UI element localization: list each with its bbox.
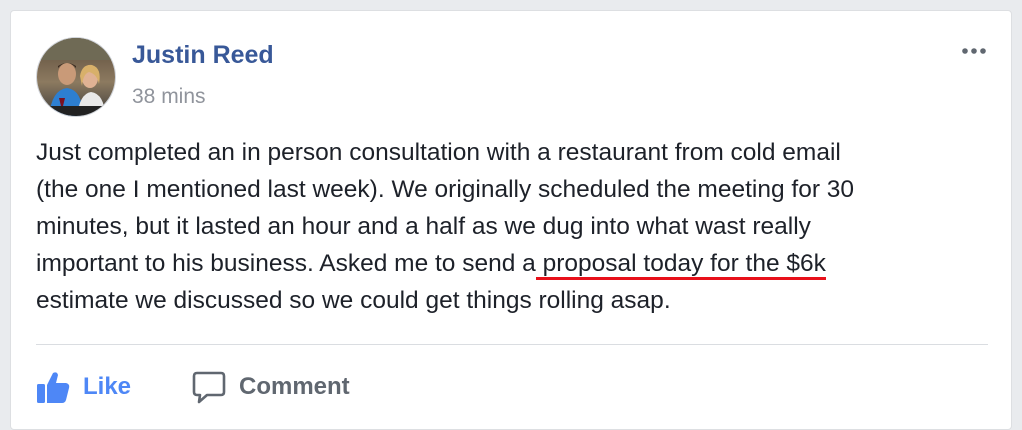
text-segment: (the one I mentioned last week). We orig… — [36, 176, 855, 203]
post-text-line: Just completed an in person consultation… — [36, 134, 986, 171]
text-segment: Just completed an in person consultation… — [36, 139, 841, 166]
post-card: Justin Reed 38 mins Just completed an in… — [10, 10, 1012, 430]
profile-photo-icon — [37, 38, 115, 116]
post-timestamp[interactable]: 38 mins — [132, 85, 206, 109]
more-options-button[interactable] — [959, 39, 995, 59]
comment-button[interactable]: Comment — [191, 367, 350, 407]
like-label: Like — [83, 373, 132, 400]
highlighted-text: proposal today for the $6k — [535, 250, 826, 280]
speech-bubble-icon — [191, 369, 227, 405]
post-text-line: estimate we discussed so we could get th… — [36, 282, 986, 319]
text-segment: important to his business. Asked me to s… — [36, 250, 536, 277]
text-segment: minutes, but it lasted an hour and a hal… — [36, 213, 811, 240]
post-text-line: important to his business. Asked me to s… — [36, 245, 986, 282]
post-text-line: minutes, but it lasted an hour and a hal… — [36, 208, 986, 245]
post-text-line: (the one I mentioned last week). We orig… — [36, 171, 986, 208]
author-name[interactable]: Justin Reed — [132, 41, 274, 70]
post-body: Just completed an in person consultation… — [36, 134, 986, 319]
thumbs-up-icon — [35, 369, 71, 405]
comment-label: Comment — [239, 373, 350, 400]
ellipsis-icon — [962, 48, 986, 54]
like-button[interactable]: Like — [35, 367, 131, 407]
text-segment: estimate we discussed so we could get th… — [36, 287, 671, 314]
avatar[interactable] — [36, 37, 116, 117]
action-divider — [36, 344, 988, 345]
